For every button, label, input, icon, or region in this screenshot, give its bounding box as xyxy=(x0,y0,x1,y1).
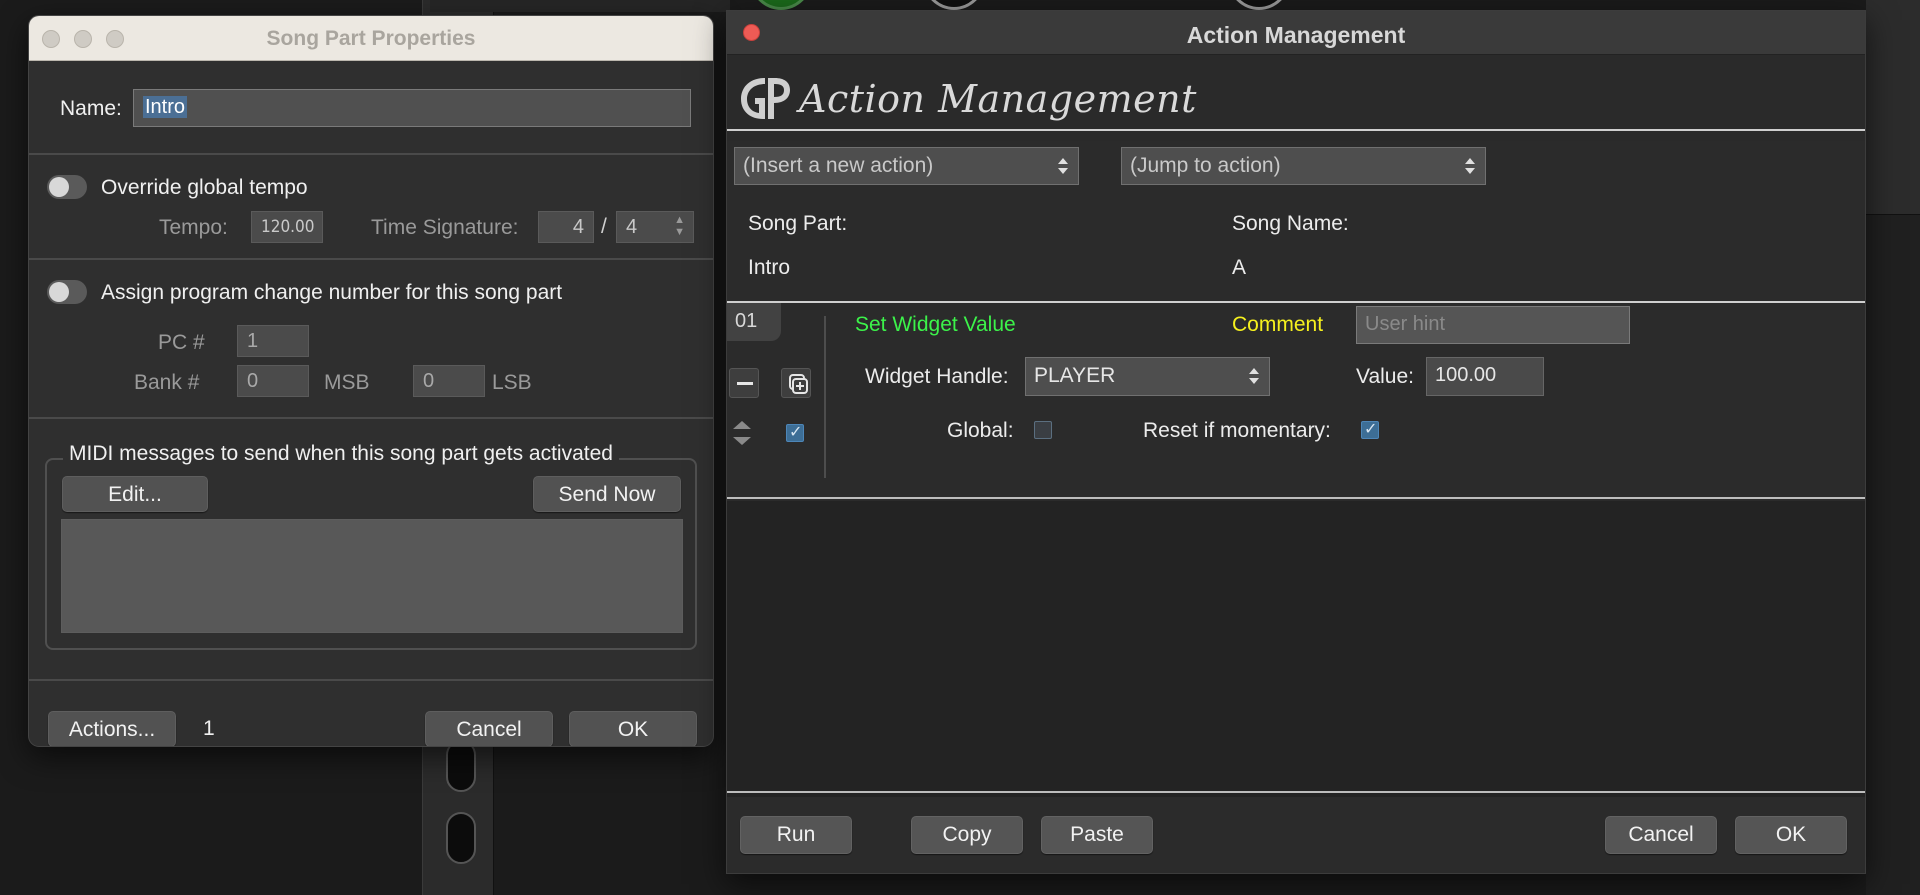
bank-label: Bank # xyxy=(134,371,200,394)
action-enabled-checkbox[interactable] xyxy=(786,422,804,442)
assign-program-change-toggle[interactable] xyxy=(47,280,87,304)
jump-to-action-value: (Jump to action) xyxy=(1130,154,1281,177)
title-bar: Song Part Properties xyxy=(29,16,713,61)
paste-button[interactable]: Paste xyxy=(1041,816,1153,854)
window-title: Action Management xyxy=(1186,22,1406,48)
actions-bottom-divider xyxy=(727,497,1865,499)
separator xyxy=(29,679,713,681)
time-signature-label: Time Signature: xyxy=(371,216,519,239)
song-name-label: Song Name: xyxy=(1232,212,1349,235)
background-rack-slot xyxy=(446,740,476,792)
ok-button[interactable]: OK xyxy=(569,711,697,746)
ok-button[interactable]: OK xyxy=(1735,816,1847,854)
action-type-label: Set Widget Value xyxy=(855,313,1016,336)
logo-text: Action Management xyxy=(799,77,1197,121)
background-knob xyxy=(923,0,985,10)
background-rack-slot xyxy=(446,812,476,864)
duplicate-icon xyxy=(789,374,808,394)
action-row-divider xyxy=(824,316,826,478)
window-title: Song Part Properties xyxy=(266,27,476,50)
comment-label: Comment xyxy=(1232,313,1324,336)
send-now-button[interactable]: Send Now xyxy=(533,476,681,512)
stepper-arrows-icon: ▲ ▼ xyxy=(674,214,685,238)
global-label: Global: xyxy=(947,419,1014,442)
background-knob xyxy=(750,0,812,10)
title-bar: Action Management xyxy=(727,11,1865,55)
reorder-arrows-icon[interactable] xyxy=(731,417,753,449)
select-arrows-icon xyxy=(1058,158,1068,174)
midi-messages-list[interactable] xyxy=(61,519,683,633)
select-arrows-icon xyxy=(1465,158,1475,174)
actions-button[interactable]: Actions... xyxy=(48,711,176,746)
separator xyxy=(29,153,713,155)
lsb-label: LSB xyxy=(492,371,532,394)
insert-action-select[interactable]: (Insert a new action) xyxy=(734,147,1079,185)
separator xyxy=(29,417,713,419)
override-tempo-label: Override global tempo xyxy=(101,176,308,199)
actions-top-divider xyxy=(727,301,1865,303)
tempo-input[interactable]: 120.00 xyxy=(251,211,323,243)
widget-handle-value: PLAYER xyxy=(1034,364,1116,387)
midi-messages-group-title: MIDI messages to send when this song par… xyxy=(63,442,619,466)
global-checkbox[interactable] xyxy=(1034,421,1052,439)
msb-label: MSB xyxy=(324,371,370,394)
background-strip xyxy=(430,0,730,12)
copy-button[interactable]: Copy xyxy=(911,816,1023,854)
widget-handle-label: Widget Handle: xyxy=(865,365,1009,388)
duplicate-action-button[interactable] xyxy=(781,368,811,398)
tempo-label: Tempo: xyxy=(159,216,228,239)
run-button[interactable]: Run xyxy=(740,816,852,854)
action-management-window: Action Management Action Management (Ins… xyxy=(726,10,1866,874)
jump-to-action-select[interactable]: (Jump to action) xyxy=(1121,147,1486,185)
time-signature-denominator-select[interactable]: 4 ▲ ▼ xyxy=(616,211,694,243)
reset-if-momentary-label: Reset if momentary: xyxy=(1143,419,1331,442)
select-arrows-icon xyxy=(1249,368,1259,384)
time-signature-numerator[interactable]: 4 xyxy=(538,211,594,243)
action-number-tab: 01 xyxy=(727,303,781,341)
insert-action-value: (Insert a new action) xyxy=(743,154,934,177)
lsb-input[interactable]: 0 xyxy=(413,365,485,397)
remove-action-button[interactable] xyxy=(729,368,759,398)
override-tempo-toggle[interactable] xyxy=(47,175,87,199)
reset-if-momentary-checkbox[interactable] xyxy=(1361,419,1379,439)
actions-count: 1 xyxy=(203,717,215,740)
minus-icon xyxy=(737,382,753,385)
song-part-value: Intro xyxy=(748,256,791,279)
value-label: Value: xyxy=(1356,365,1414,388)
cancel-button[interactable]: Cancel xyxy=(1605,816,1717,854)
header-divider xyxy=(727,129,1865,131)
song-part-label: Song Part: xyxy=(748,212,848,235)
widget-handle-select[interactable]: PLAYER xyxy=(1025,357,1270,396)
separator xyxy=(29,258,713,260)
pc-input[interactable]: 1 xyxy=(237,325,309,357)
edit-button[interactable]: Edit... xyxy=(62,476,208,512)
comment-input[interactable]: User hint xyxy=(1356,306,1630,344)
name-label: Name: xyxy=(60,97,122,120)
background-knob xyxy=(1228,0,1290,10)
pc-label: PC # xyxy=(158,331,205,354)
cancel-button[interactable]: Cancel xyxy=(425,711,553,746)
song-name-value: A xyxy=(1232,256,1247,279)
time-signature-separator: / xyxy=(601,215,607,238)
gp-logo-icon xyxy=(741,78,790,119)
name-value: Intro xyxy=(143,96,188,118)
background-panel xyxy=(1866,0,1920,895)
value-input[interactable]: 100.00 xyxy=(1426,357,1544,396)
assign-program-change-label: Assign program change number for this so… xyxy=(101,281,563,304)
actions-list-area[interactable] xyxy=(727,501,1865,797)
name-input[interactable]: Intro xyxy=(133,89,691,127)
time-signature-denominator-value: 4 xyxy=(626,216,638,238)
msb-input[interactable]: 0 xyxy=(237,365,309,397)
footer-divider xyxy=(727,791,1865,793)
song-part-properties-window: Song Part Properties Name: Intro Overrid… xyxy=(28,15,714,747)
